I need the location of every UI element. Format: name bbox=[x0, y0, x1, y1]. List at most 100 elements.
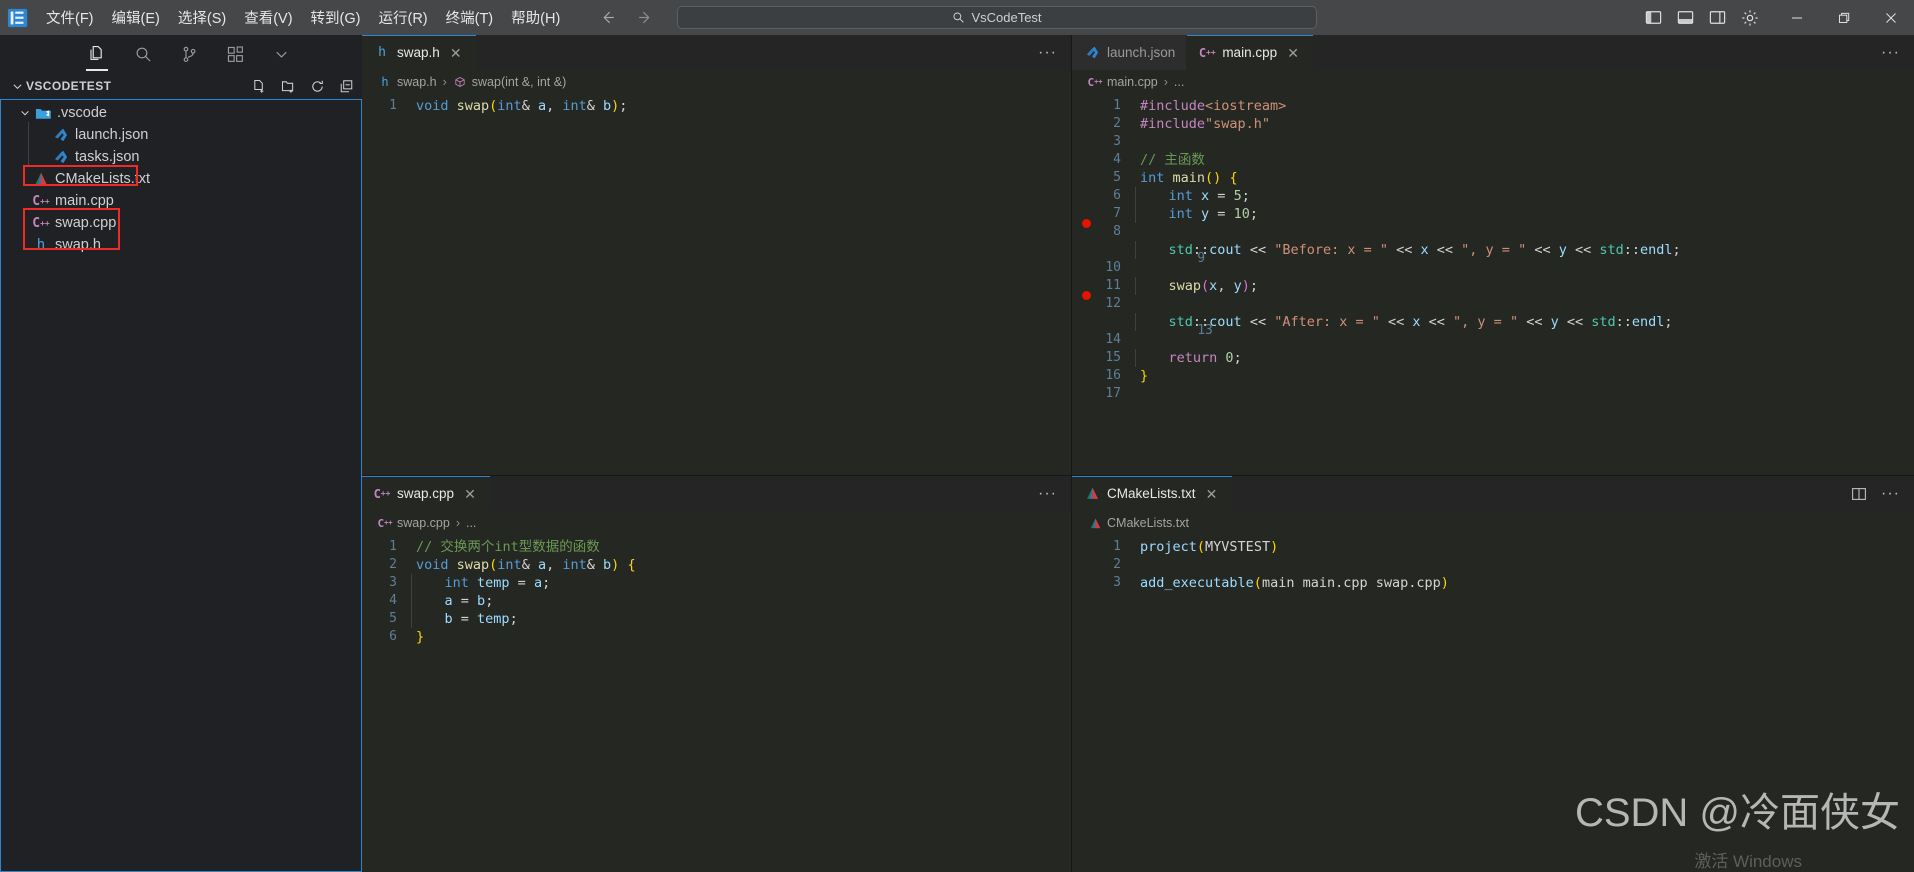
tab-swap-h[interactable]: h swap.h ✕ bbox=[362, 35, 477, 70]
code-text: project(MYVSTEST) bbox=[1140, 539, 1279, 555]
ellipsis-icon[interactable]: ··· bbox=[1038, 45, 1057, 60]
split-editor-icon[interactable] bbox=[1851, 486, 1867, 502]
tab-main-cpp[interactable]: C ++ main.cpp ✕ bbox=[1187, 35, 1315, 70]
new-folder-icon[interactable] bbox=[280, 78, 296, 94]
code-line: 3 add_executable(main main.cpp swap.cpp) bbox=[1072, 574, 1914, 592]
tabs-actions-swap-cpp: ··· bbox=[1024, 476, 1071, 511]
collapse-all-icon[interactable] bbox=[338, 78, 354, 94]
breadcrumb-swap-cpp: C ++ swap.cpp › ... bbox=[362, 511, 1071, 535]
code-text: std::cout << "After: x = " << x << ", y … bbox=[1135, 313, 1673, 331]
line-number: 10 bbox=[1105, 260, 1121, 275]
tree-item-swap-cpp[interactable]: C ++ swap.cpp bbox=[1, 212, 361, 234]
tree-item-launch-json[interactable]: launch.json bbox=[1, 124, 361, 146]
code-line: 5 int main() { bbox=[1072, 169, 1914, 187]
breadcrumb-file[interactable]: swap.h bbox=[397, 75, 437, 89]
line-number: 2 bbox=[1113, 116, 1121, 131]
breadcrumb-symbol[interactable]: swap(int &, int &) bbox=[472, 75, 566, 89]
ellipsis-icon[interactable]: ··· bbox=[1038, 486, 1057, 501]
ellipsis-icon[interactable]: ··· bbox=[1881, 45, 1900, 60]
quick-input-search[interactable]: VsCodeTest bbox=[677, 6, 1317, 29]
code-line: 4 a = b; bbox=[362, 592, 1071, 610]
tabs-bar-cmakelists: CMakeLists.txt ✕ ··· bbox=[1072, 476, 1914, 511]
activity-source-control[interactable] bbox=[176, 37, 202, 71]
tree-item-tasks-json[interactable]: tasks.json bbox=[1, 146, 361, 168]
code-text: #include<iostream> bbox=[1140, 98, 1287, 114]
line-number: 1 bbox=[389, 539, 397, 554]
code-text: int main() { bbox=[1140, 170, 1238, 186]
tab-label: launch.json bbox=[1107, 45, 1176, 60]
activity-explorer[interactable] bbox=[84, 37, 110, 71]
breakpoint-icon[interactable] bbox=[1082, 219, 1091, 228]
code-editor-main-cpp[interactable]: 1 #include<iostream> 2 #include"swap.h" … bbox=[1072, 94, 1914, 475]
activity-extensions[interactable] bbox=[222, 37, 248, 71]
tab-cmakelists-txt[interactable]: CMakeLists.txt ✕ bbox=[1072, 476, 1233, 511]
chevron-down-icon[interactable] bbox=[10, 80, 24, 93]
close-icon[interactable]: ✕ bbox=[1203, 487, 1221, 501]
close-icon[interactable]: ✕ bbox=[447, 46, 465, 60]
breadcrumb-file[interactable]: swap.cpp bbox=[397, 516, 450, 530]
menu-run[interactable]: 运行(R) bbox=[369, 0, 436, 35]
line-number: 1 bbox=[1113, 98, 1121, 113]
ellipsis-icon[interactable]: ··· bbox=[1881, 486, 1900, 501]
tab-swap-cpp[interactable]: C ++ swap.cpp ✕ bbox=[362, 476, 492, 511]
window-close-button[interactable] bbox=[1867, 0, 1914, 35]
tree-item-label: launch.json bbox=[75, 127, 149, 143]
vscode-logo-icon bbox=[7, 7, 29, 29]
close-icon[interactable]: ✕ bbox=[461, 487, 479, 501]
line-number: 9 bbox=[1197, 251, 1206, 266]
file-tree[interactable]: .vscode launch.json tasks.json CMakeList… bbox=[0, 99, 362, 872]
activity-more-chevron-down-icon[interactable] bbox=[268, 37, 294, 71]
menu-go[interactable]: 转到(G) bbox=[302, 0, 370, 35]
code-line: 1 #include<iostream> bbox=[1072, 97, 1914, 115]
line-number: 3 bbox=[389, 575, 397, 590]
window-maximize-button[interactable] bbox=[1820, 0, 1867, 35]
refresh-icon[interactable] bbox=[309, 78, 325, 94]
code-line: 1 // 交换两个int型数据的函数 bbox=[362, 538, 1071, 556]
toggle-primary-sidebar-icon[interactable] bbox=[1644, 8, 1663, 27]
code-editor-swap-cpp[interactable]: 1 // 交换两个int型数据的函数 2 void swap(int& a, i… bbox=[362, 535, 1071, 872]
breadcrumb-file[interactable]: CMakeLists.txt bbox=[1107, 516, 1189, 530]
breadcrumb-cmakelists: CMakeLists.txt bbox=[1072, 511, 1914, 535]
menu-file[interactable]: 文件(F) bbox=[37, 0, 103, 35]
code-text: } bbox=[1140, 368, 1149, 384]
menu-bar: 文件(F) 编辑(E) 选择(S) 查看(V) 转到(G) 运行(R) 终端(T… bbox=[37, 0, 569, 35]
toggle-secondary-sidebar-icon[interactable] bbox=[1708, 8, 1727, 27]
tab-launch-json[interactable]: launch.json bbox=[1072, 35, 1188, 70]
breadcrumb-symbol[interactable]: ... bbox=[466, 516, 476, 530]
customize-layout-gear-icon[interactable] bbox=[1740, 8, 1759, 27]
activity-search[interactable] bbox=[130, 37, 156, 71]
breakpoint-icon[interactable] bbox=[1082, 291, 1091, 300]
editor-group-main-cpp: launch.json C ++ main.cpp ✕ ··· C ++ mai… bbox=[1072, 35, 1914, 475]
tree-item-label: main.cpp bbox=[55, 193, 114, 209]
tree-item-main-cpp[interactable]: C ++ main.cpp bbox=[1, 190, 361, 212]
code-text: add_executable(main main.cpp swap.cpp) bbox=[1140, 575, 1449, 591]
close-icon[interactable]: ✕ bbox=[1284, 46, 1302, 60]
code-text: // 主函数 bbox=[1140, 152, 1205, 168]
toggle-panel-icon[interactable] bbox=[1676, 8, 1695, 27]
menu-terminal[interactable]: 终端(T) bbox=[437, 0, 503, 35]
line-number: 6 bbox=[389, 629, 397, 644]
tab-label: main.cpp bbox=[1222, 45, 1278, 60]
tree-item-cmakelists-txt[interactable]: CMakeLists.txt bbox=[1, 168, 361, 190]
code-editor-cmakelists[interactable]: 1 project(MYVSTEST) 2 3 add_executable(m… bbox=[1072, 535, 1914, 872]
new-file-icon[interactable] bbox=[251, 78, 267, 94]
breadcrumb-symbol[interactable]: ... bbox=[1174, 75, 1184, 89]
tree-item-swap-h[interactable]: h swap.h bbox=[1, 234, 361, 256]
breadcrumb-file[interactable]: main.cpp bbox=[1107, 75, 1158, 89]
code-editor-swap-h[interactable]: 1 void swap(int& a, int& b); bbox=[362, 94, 1071, 475]
window-minimize-button[interactable] bbox=[1773, 0, 1820, 35]
menu-edit[interactable]: 编辑(E) bbox=[103, 0, 169, 35]
h-icon: h bbox=[378, 45, 386, 60]
arrow-left-icon[interactable] bbox=[597, 8, 617, 28]
cpp-icon: C ++ bbox=[1198, 45, 1216, 60]
line-number: 16 bbox=[1105, 368, 1121, 383]
menu-selection[interactable]: 选择(S) bbox=[169, 0, 235, 35]
tree-item-vscode-folder[interactable]: .vscode bbox=[1, 102, 361, 124]
tabs-bar-main-cpp: launch.json C ++ main.cpp ✕ ··· bbox=[1072, 35, 1914, 70]
cpp-icon: C ++ bbox=[32, 215, 50, 231]
line-number: 4 bbox=[1113, 152, 1121, 167]
menu-view[interactable]: 查看(V) bbox=[235, 0, 301, 35]
tab-label: swap.h bbox=[397, 45, 440, 60]
menu-help[interactable]: 帮助(H) bbox=[502, 0, 569, 35]
arrow-right-icon[interactable] bbox=[635, 8, 655, 28]
